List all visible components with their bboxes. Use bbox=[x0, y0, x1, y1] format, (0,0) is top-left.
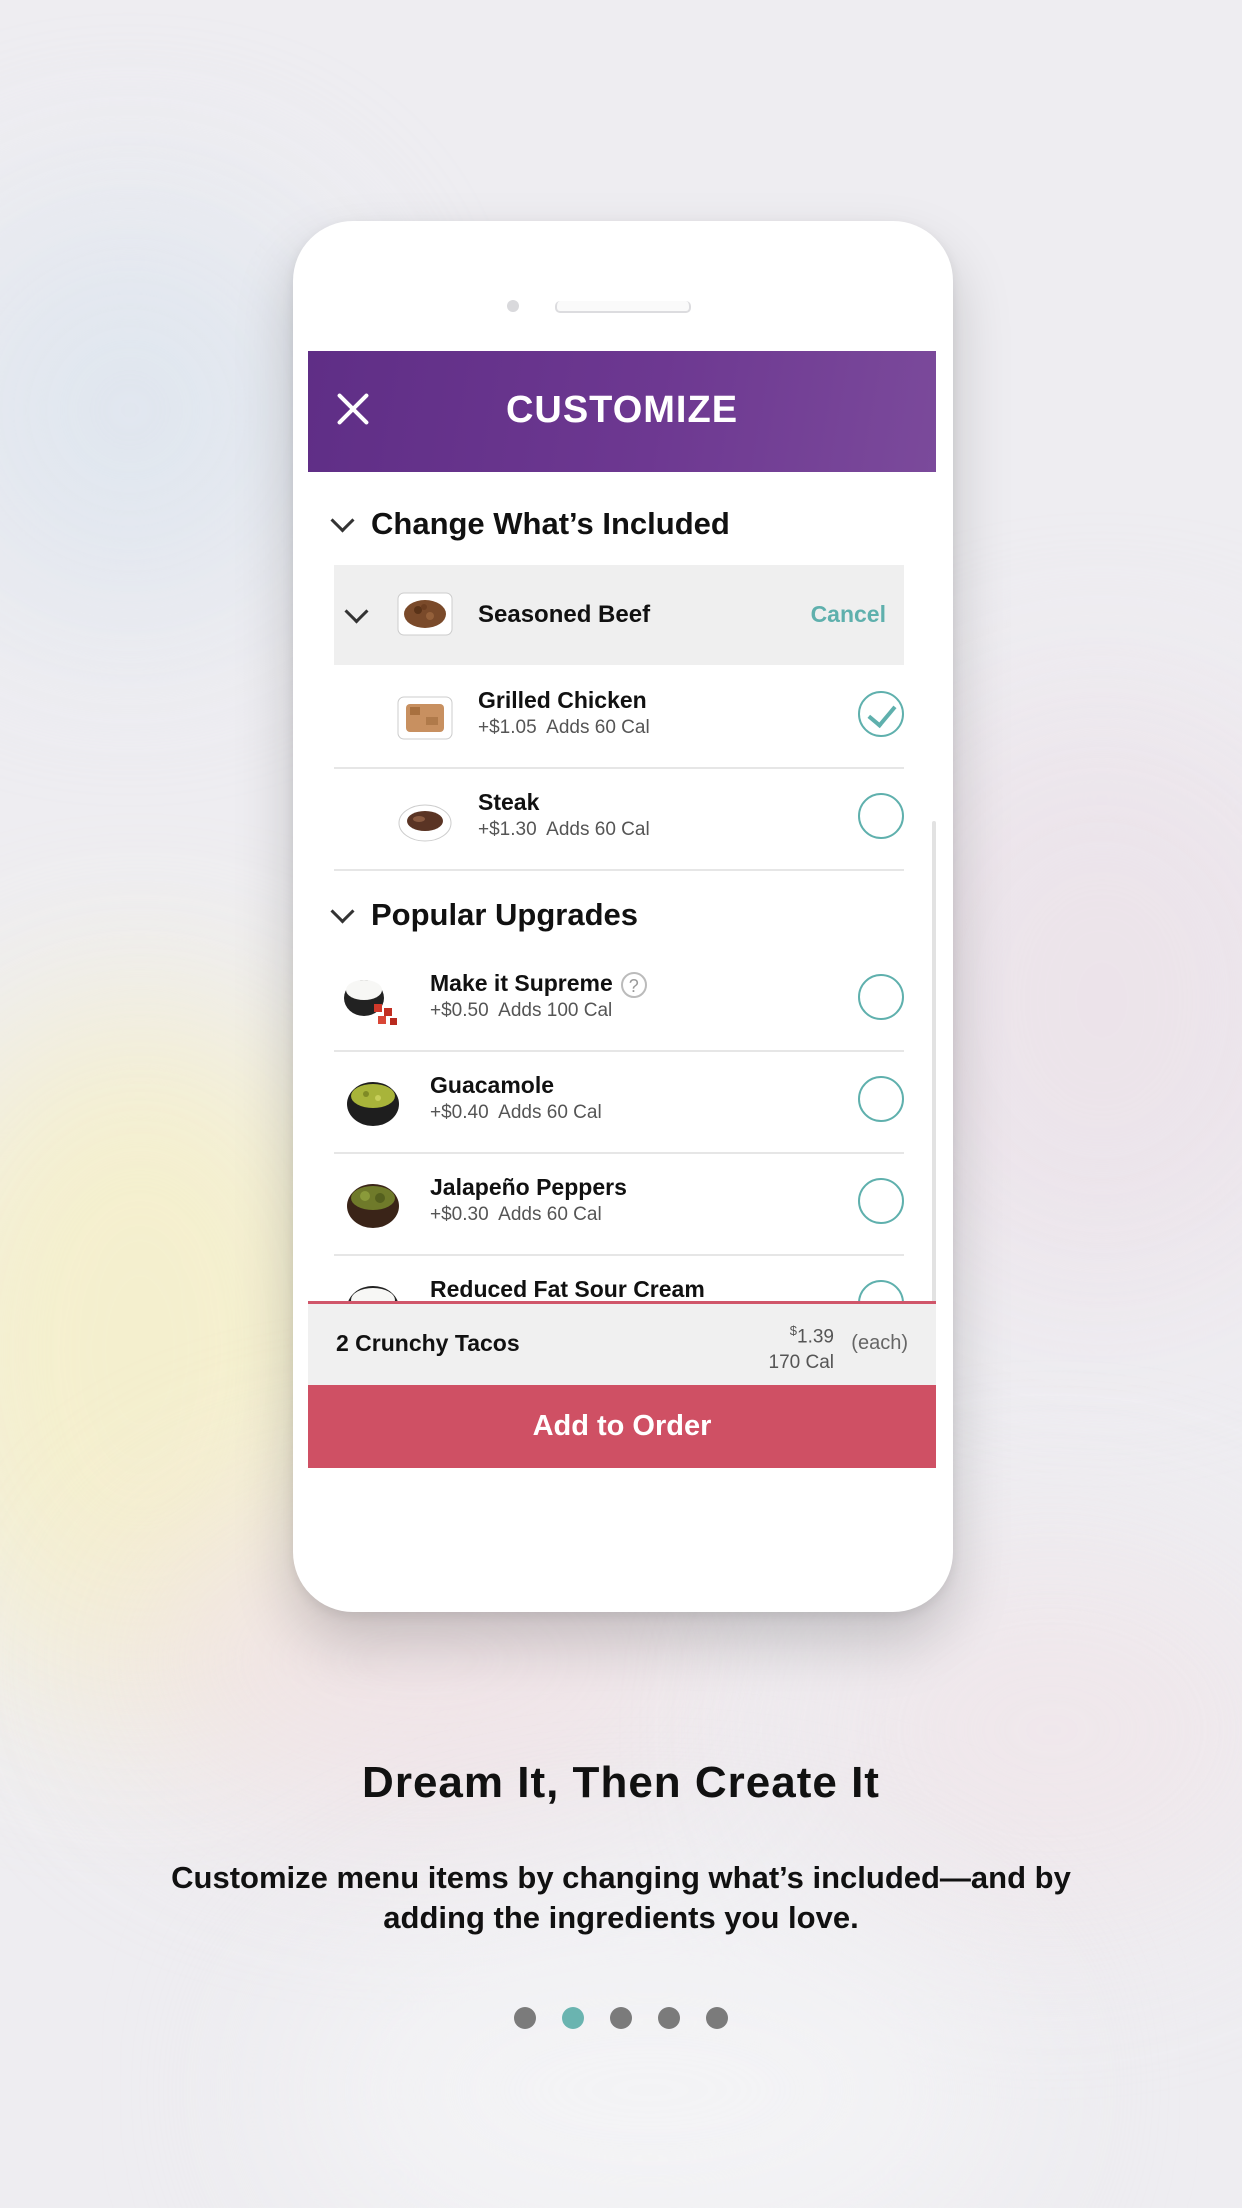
option-name: Steak bbox=[478, 789, 540, 815]
steak-image bbox=[398, 804, 452, 842]
selected-protein-row[interactable]: Seasoned Beef Cancel bbox=[334, 565, 904, 665]
chevron-down-icon bbox=[330, 507, 355, 533]
phone-mockup: CUSTOMIZE Change What’s Included Seasone… bbox=[293, 221, 953, 1612]
upgrade-name: Jalapeño Peppers bbox=[430, 1174, 627, 1200]
each-label: (each) bbox=[851, 1332, 908, 1354]
onboarding-description: Customize menu items by changing what’s … bbox=[171, 1860, 1071, 1935]
cancel-link[interactable]: Cancel bbox=[811, 601, 886, 628]
page-indicator bbox=[0, 2007, 1242, 2029]
upgrade-price-cal: +$0.30 Adds 60 Cal bbox=[430, 1204, 602, 1225]
option-price-cal: +$1.05 Adds 60 Cal bbox=[478, 717, 650, 738]
add-to-order-button[interactable]: Add to Order bbox=[308, 1385, 936, 1468]
upgrade-name: Reduced Fat Sour Cream bbox=[430, 1276, 705, 1302]
chevron-down-icon bbox=[330, 898, 355, 924]
option-name: Grilled Chicken bbox=[478, 687, 647, 713]
upgrade-radio[interactable] bbox=[858, 1178, 904, 1224]
page-dot-active[interactable] bbox=[562, 2007, 584, 2029]
sour-cream-tomato-image bbox=[344, 980, 397, 1025]
customize-screen: CUSTOMIZE Change What’s Included Seasone… bbox=[308, 351, 936, 1468]
quantity-item-label: 2 Crunchy Tacos bbox=[336, 1330, 520, 1356]
page-dot[interactable] bbox=[514, 2007, 536, 2029]
section-change-included[interactable]: Change What’s Included bbox=[330, 504, 730, 544]
section-title: Popular Upgrades bbox=[371, 897, 638, 932]
upgrade-radio[interactable] bbox=[858, 1076, 904, 1122]
seasoned-beef-image bbox=[397, 592, 453, 636]
speaker-grill bbox=[555, 301, 691, 313]
page-title: CUSTOMIZE bbox=[505, 389, 739, 431]
page-dot[interactable] bbox=[610, 2007, 632, 2029]
option-row[interactable]: Steak +$1.30 Adds 60 Cal bbox=[334, 767, 904, 871]
upgrade-row[interactable]: Jalapeño Peppers +$0.30 Adds 60 Cal bbox=[334, 1152, 904, 1256]
scrollbar[interactable] bbox=[932, 821, 936, 1351]
page-dot[interactable] bbox=[706, 2007, 728, 2029]
upgrade-name: Guacamole bbox=[430, 1072, 554, 1098]
upgrade-row[interactable]: Guacamole +$0.40 Adds 60 Cal bbox=[334, 1050, 904, 1154]
upgrade-price-cal: +$0.40 Adds 60 Cal bbox=[430, 1102, 602, 1123]
item-price-cal: $1.39 170 Cal bbox=[768, 1323, 835, 1374]
chevron-down-icon bbox=[344, 599, 369, 624]
selected-protein-name: Seasoned Beef bbox=[478, 601, 651, 628]
upgrade-price-cal: +$0.50 Adds 100 Cal bbox=[430, 1000, 613, 1021]
upgrade-row[interactable]: Make it Supreme? +$0.50 Adds 100 Cal bbox=[334, 948, 904, 1052]
grilled-chicken-image bbox=[397, 696, 453, 740]
header-bar: CUSTOMIZE bbox=[308, 351, 936, 472]
section-popular-upgrades[interactable]: Popular Upgrades bbox=[330, 895, 638, 935]
camera-dot bbox=[507, 300, 519, 312]
section-title: Change What’s Included bbox=[371, 506, 730, 541]
upgrade-name: Make it Supreme? bbox=[430, 970, 647, 998]
jalapeno-image bbox=[347, 1184, 399, 1228]
help-icon[interactable]: ? bbox=[620, 971, 647, 998]
guacamole-image bbox=[347, 1082, 399, 1126]
order-summary-bar: 2 Crunchy Tacos $1.39 170 Cal (each) bbox=[308, 1301, 936, 1388]
option-radio[interactable] bbox=[858, 793, 904, 839]
option-radio-checked[interactable] bbox=[858, 691, 904, 737]
upgrade-radio[interactable] bbox=[858, 974, 904, 1020]
option-price-cal: +$1.30 Adds 60 Cal bbox=[478, 819, 650, 840]
onboarding-headline: Dream It, Then Create It bbox=[362, 1758, 880, 1807]
option-row[interactable]: Grilled Chicken +$1.05 Adds 60 Cal bbox=[334, 665, 904, 769]
page-dot[interactable] bbox=[658, 2007, 680, 2029]
